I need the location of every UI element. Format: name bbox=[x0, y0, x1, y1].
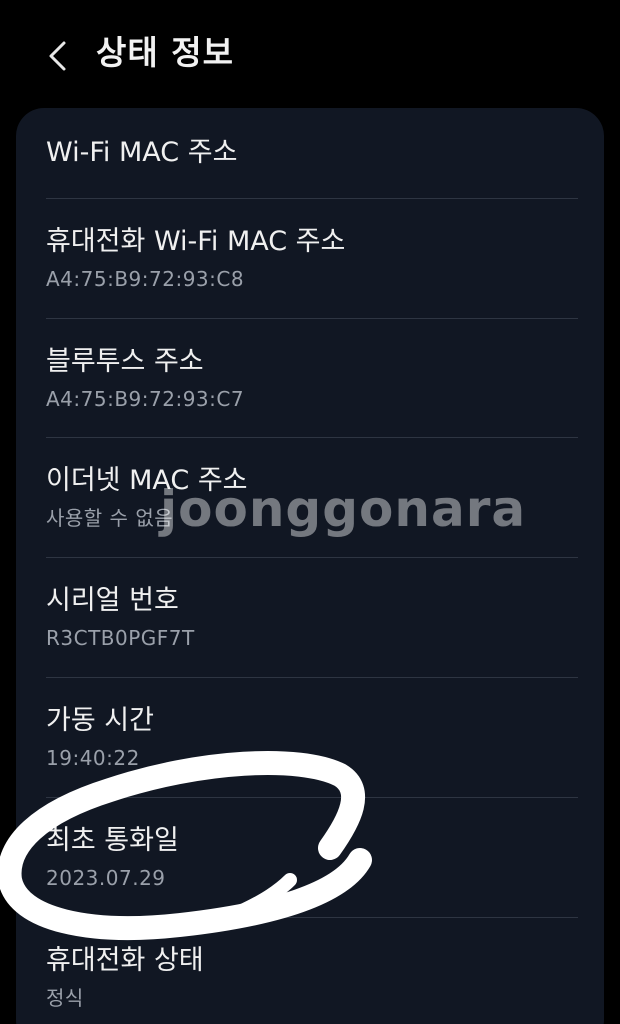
list-item-phone-wifi-mac[interactable]: 휴대전화 Wi-Fi MAC 주소 A4:75:B9:72:93:C8 bbox=[16, 199, 604, 318]
item-title: 최초 통화일 bbox=[46, 825, 179, 856]
status-info-list: Wi-Fi MAC 주소 휴대전화 Wi-Fi MAC 주소 A4:75:B9:… bbox=[16, 108, 604, 1024]
item-title: 블루투스 주소 bbox=[46, 346, 204, 377]
list-item-ethernet-mac[interactable]: 이더넷 MAC 주소 사용할 수 없음 bbox=[16, 438, 604, 557]
back-button[interactable] bbox=[36, 30, 80, 80]
item-value: 사용할 수 없음 bbox=[46, 506, 174, 530]
item-title: 시리얼 번호 bbox=[46, 585, 179, 616]
list-item-uptime[interactable]: 가동 시간 19:40:22 bbox=[16, 678, 604, 797]
item-title: Wi-Fi MAC 주소 bbox=[46, 137, 238, 168]
list-item-first-call-date[interactable]: 최초 통화일 2023.07.29 bbox=[16, 798, 604, 917]
list-item-wifi-mac[interactable]: Wi-Fi MAC 주소 bbox=[16, 108, 604, 198]
item-title: 휴대전화 Wi-Fi MAC 주소 bbox=[46, 226, 346, 257]
list-item-phone-status[interactable]: 휴대전화 상태 정식 bbox=[16, 918, 604, 1024]
header-bar: 상태 정보 bbox=[0, 0, 620, 108]
item-title: 휴대전화 상태 bbox=[46, 945, 204, 976]
status-info-screen: 상태 정보 Wi-Fi MAC 주소 휴대전화 Wi-Fi MAC 주소 A4:… bbox=[0, 0, 620, 1024]
item-value: 2023.07.29 bbox=[46, 866, 166, 890]
item-title: 이더넷 MAC 주소 bbox=[46, 465, 248, 496]
item-value: A4:75:B9:72:93:C7 bbox=[46, 387, 245, 411]
item-value: 19:40:22 bbox=[46, 746, 140, 770]
item-value: R3CTB0PGF7T bbox=[46, 626, 195, 650]
list-item-serial-number[interactable]: 시리얼 번호 R3CTB0PGF7T bbox=[16, 558, 604, 677]
list-item-bluetooth-address[interactable]: 블루투스 주소 A4:75:B9:72:93:C7 bbox=[16, 319, 604, 438]
chevron-left-icon bbox=[49, 41, 66, 71]
page-title: 상태 정보 bbox=[96, 33, 234, 72]
item-value: A4:75:B9:72:93:C8 bbox=[46, 267, 245, 291]
item-title: 가동 시간 bbox=[46, 705, 154, 736]
item-value: 정식 bbox=[46, 986, 84, 1010]
